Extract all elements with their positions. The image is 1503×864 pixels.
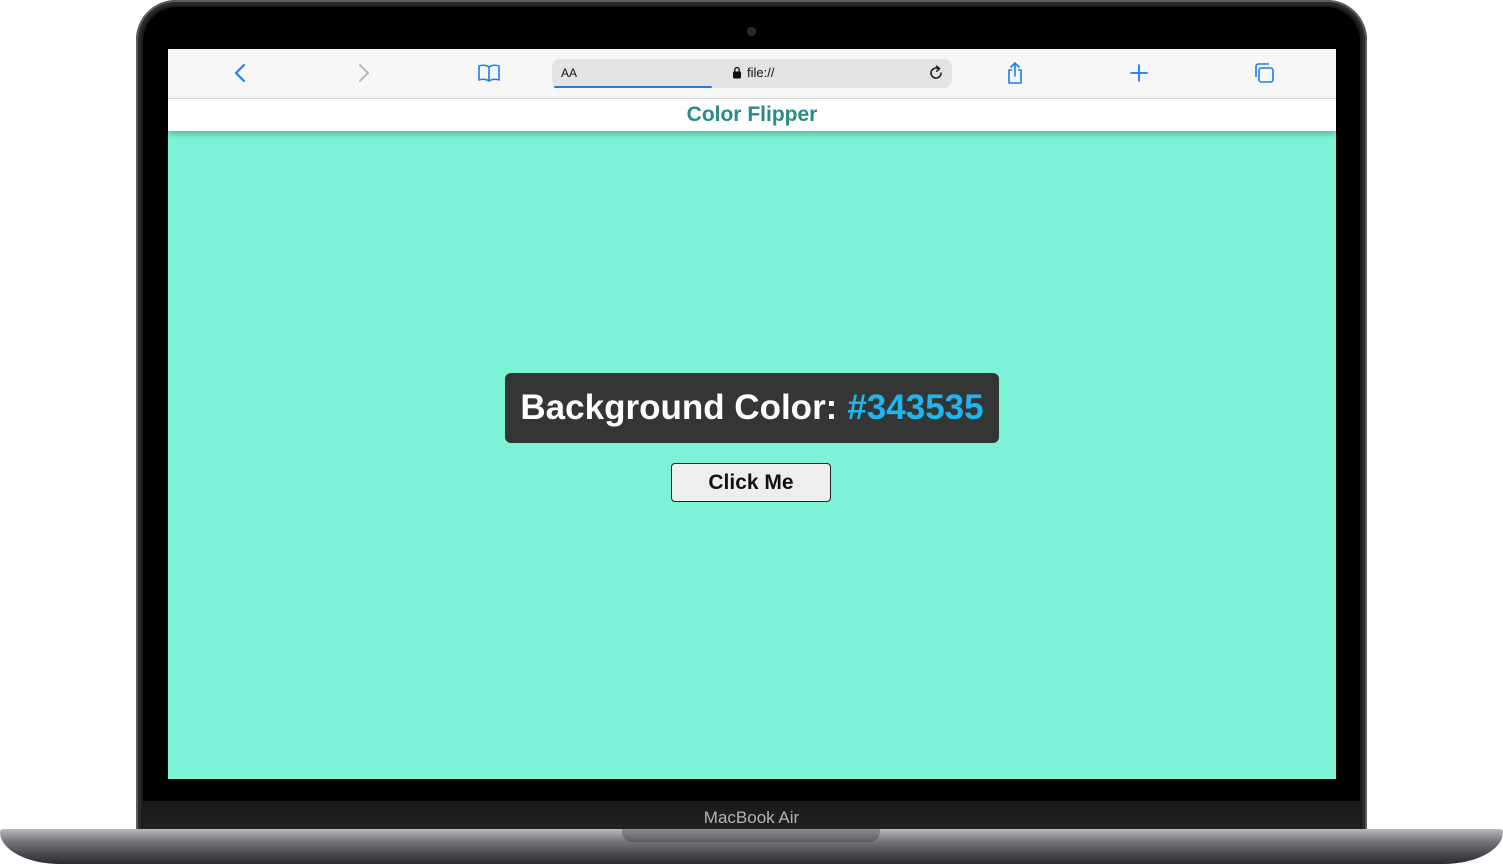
address-bar[interactable]: AA file://: [552, 59, 952, 88]
color-label: Background Color:: [520, 388, 838, 427]
device-label: MacBook Air: [703, 808, 800, 827]
share-icon[interactable]: [1003, 61, 1027, 85]
plus-icon[interactable]: [1127, 61, 1151, 85]
browser-toolbar: AA file://: [168, 49, 1336, 99]
lock-icon: [733, 66, 741, 79]
book-icon[interactable]: [477, 61, 501, 85]
webcam: [748, 28, 755, 35]
click-me-button[interactable]: Click Me: [671, 463, 831, 502]
text-size-button[interactable]: AA: [561, 66, 577, 80]
chevron-left-icon[interactable]: [228, 61, 252, 85]
laptop-mockup: AA file:// Color Flipper Background Colo…: [0, 0, 1503, 864]
load-progress-bar: [554, 86, 712, 88]
chevron-right-icon[interactable]: [352, 61, 376, 85]
color-display: Background Color: #343535: [505, 373, 999, 443]
browser-screen: AA file:// Color Flipper Background Colo…: [168, 49, 1336, 779]
url-display: file://: [732, 65, 774, 80]
tabs-icon[interactable]: [1252, 61, 1276, 85]
url-text: file://: [747, 65, 775, 80]
page-header: Color Flipper: [168, 99, 1336, 131]
page-title: Color Flipper: [686, 103, 818, 126]
laptop-notch: [622, 829, 880, 842]
reload-icon[interactable]: [926, 63, 946, 86]
color-value: #343535: [847, 388, 984, 427]
